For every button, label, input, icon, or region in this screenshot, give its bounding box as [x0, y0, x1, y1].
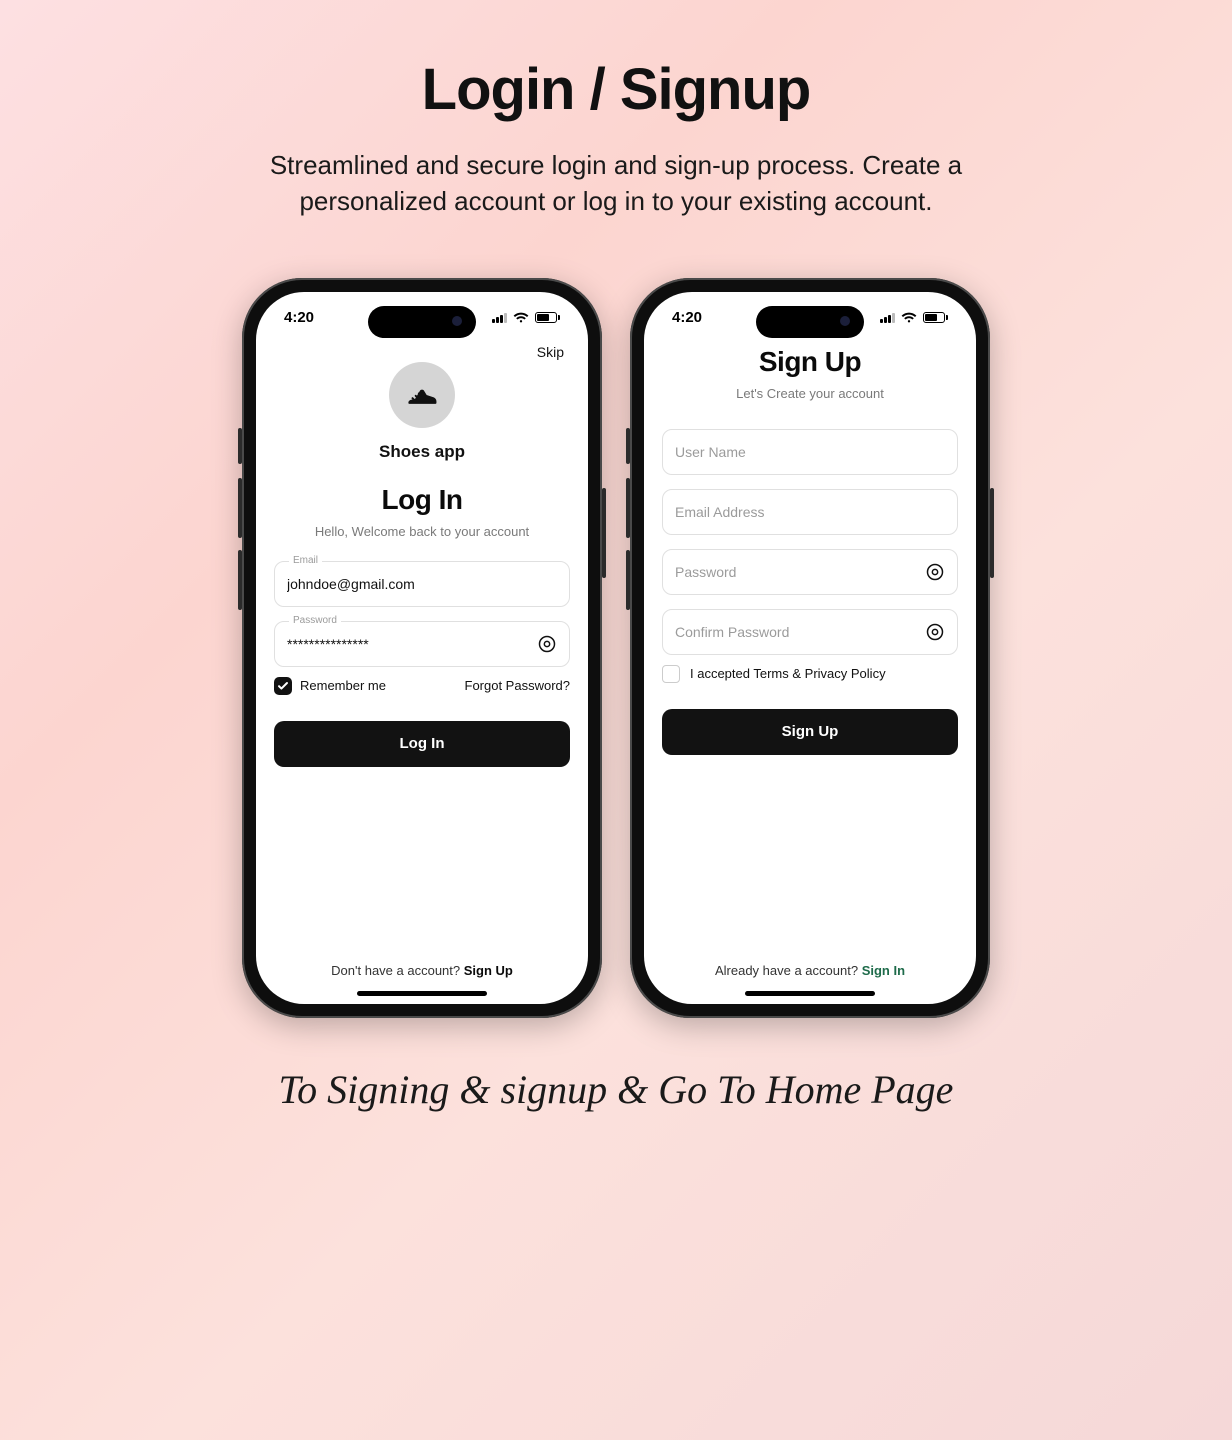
battery-icon — [923, 312, 948, 323]
confirm-password-input[interactable] — [675, 624, 925, 640]
email-field-wrap[interactable]: Email — [274, 561, 570, 607]
status-time: 4:20 — [284, 309, 314, 326]
signup-button[interactable]: Sign Up — [662, 709, 958, 755]
forgot-password-link[interactable]: Forgot Password? — [465, 678, 571, 693]
email-input[interactable] — [675, 504, 945, 520]
password-input[interactable] — [675, 564, 925, 580]
skip-link[interactable]: Skip — [537, 344, 564, 360]
login-button[interactable]: Log In — [274, 721, 570, 767]
phone-signup: 4:20 Sign Up Let's Create your account — [630, 278, 990, 1018]
email-field-wrap[interactable] — [662, 489, 958, 535]
signup-prompt: Don't have a account? Sign Up — [274, 963, 570, 978]
signal-icon — [880, 312, 895, 323]
dynamic-island — [368, 306, 476, 338]
signup-link[interactable]: Sign Up — [464, 963, 513, 978]
app-logo — [389, 362, 455, 428]
checkbox-empty-icon — [662, 665, 680, 683]
remember-me-label: Remember me — [300, 678, 386, 693]
wifi-icon — [901, 312, 917, 324]
signup-subtext: Let's Create your account — [662, 386, 958, 401]
dynamic-island — [756, 306, 864, 338]
footer-caption: To Signing & signup & Go To Home Page — [0, 1066, 1232, 1113]
password-input[interactable] — [287, 636, 537, 652]
terms-link[interactable]: Terms & Privacy Policy — [753, 666, 885, 681]
password-field-wrap[interactable]: Password — [274, 621, 570, 667]
email-label: Email — [289, 555, 322, 566]
eye-icon[interactable] — [537, 634, 557, 654]
accept-terms-checkbox[interactable]: I accepted Terms & Privacy Policy — [662, 665, 958, 683]
checkbox-checked-icon — [274, 677, 292, 695]
page-title: Login / Signup — [0, 56, 1232, 123]
eye-icon[interactable] — [925, 622, 945, 642]
battery-icon — [535, 312, 560, 323]
eye-icon[interactable] — [925, 562, 945, 582]
remember-me-checkbox[interactable]: Remember me — [274, 677, 386, 695]
phone-login: 4:20 Skip Shoes app Log In He — [242, 278, 602, 1018]
accept-terms-label: I accepted Terms & Privacy Policy — [690, 666, 886, 681]
signup-heading: Sign Up — [662, 346, 958, 378]
app-name: Shoes app — [274, 442, 570, 462]
login-heading: Log In — [274, 484, 570, 516]
status-time: 4:20 — [672, 309, 702, 326]
signin-link[interactable]: Sign In — [862, 963, 905, 978]
wifi-icon — [513, 312, 529, 324]
page-subtitle: Streamlined and secure login and sign-up… — [236, 147, 996, 220]
signin-prompt: Already have a account? Sign In — [662, 963, 958, 978]
username-input[interactable] — [675, 444, 945, 460]
home-indicator — [357, 991, 487, 996]
signal-icon — [492, 312, 507, 323]
email-input[interactable] — [287, 576, 557, 592]
login-subtext: Hello, Welcome back to your account — [274, 524, 570, 539]
shoe-icon — [403, 376, 441, 414]
username-field-wrap[interactable] — [662, 429, 958, 475]
home-indicator — [745, 991, 875, 996]
confirm-password-field-wrap[interactable] — [662, 609, 958, 655]
password-field-wrap[interactable] — [662, 549, 958, 595]
password-label: Password — [289, 615, 341, 626]
